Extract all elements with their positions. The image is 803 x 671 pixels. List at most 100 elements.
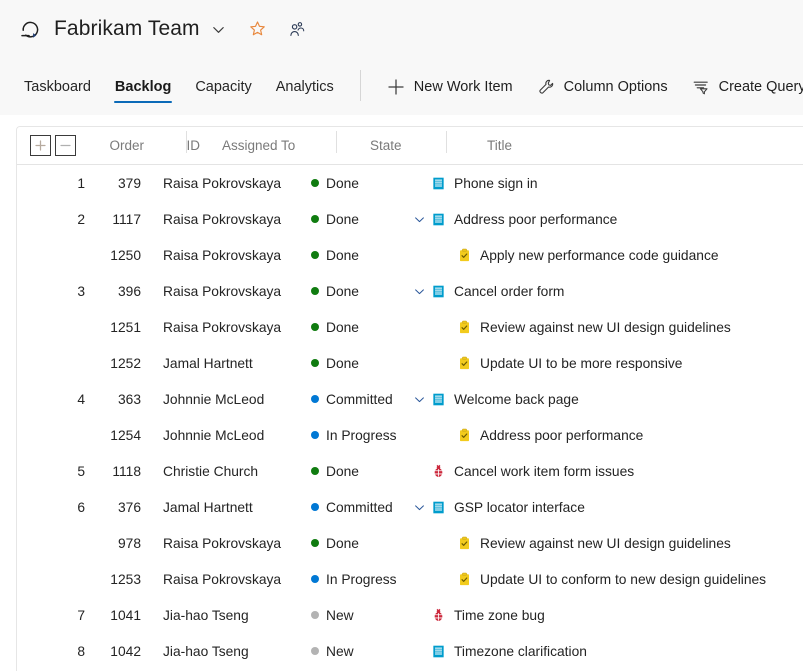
cell-assigned-to: Johnnie McLeod xyxy=(163,427,265,443)
cell-order: 6 xyxy=(77,499,85,515)
tab-capacity[interactable]: Capacity xyxy=(183,58,263,115)
table-row[interactable]: 4 363 Johnnie McLeod Committed Welcome back … xyxy=(17,381,803,417)
cell-id: 1117 xyxy=(112,211,141,227)
cell-assigned-to: Jamal Hartnett xyxy=(163,499,253,515)
state-label: Done xyxy=(326,355,359,371)
cell-title: GSP locator interface xyxy=(401,499,803,515)
table-row[interactable]: 3 396 Raisa Pokrovskaya Done Cancel order fo… xyxy=(17,273,803,309)
cell-id: 1118 xyxy=(112,463,141,479)
work-item-title-link[interactable]: Review against new UI design guidelines xyxy=(480,320,731,335)
state-dot xyxy=(311,359,319,367)
cell-title: Time zone bug xyxy=(401,607,803,623)
expand-chevron-icon[interactable] xyxy=(410,285,428,298)
column-header-id[interactable]: ID xyxy=(144,138,201,153)
tab-label: Taskboard xyxy=(24,78,91,95)
create-query-label: Create Query xyxy=(718,78,803,95)
grid-body: 1 379 Raisa Pokrovskaya Done Phone sign in 2 1… xyxy=(17,165,803,669)
cell-assigned-to: Jamal Hartnett xyxy=(163,355,253,371)
expand-chevron-icon[interactable] xyxy=(410,501,428,514)
state-dot xyxy=(311,647,319,655)
table-row[interactable]: 1 379 Raisa Pokrovskaya Done Phone sign in xyxy=(17,165,803,201)
cell-id: 1250 xyxy=(110,247,141,263)
table-row[interactable]: 7 1041 Jia-hao Tseng New Time zone bug xyxy=(17,597,803,633)
work-item-title-link[interactable]: Welcome back page xyxy=(454,392,579,407)
work-item-title-link[interactable]: Address poor performance xyxy=(480,428,643,443)
cell-assigned-to: Raisa Pokrovskaya xyxy=(163,319,282,335)
table-row[interactable]: 1251 Raisa Pokrovskaya Done Review against … xyxy=(17,309,803,345)
work-item-title-link[interactable]: Address poor performance xyxy=(454,212,617,227)
cell-assigned-to: Raisa Pokrovskaya xyxy=(163,535,282,551)
column-header-order[interactable]: Order xyxy=(76,138,144,153)
cell-title: Address poor performance xyxy=(401,211,803,227)
table-row[interactable]: 978 Raisa Pokrovskaya Done Review against n… xyxy=(17,525,803,561)
work-item-title-link[interactable]: Review against new UI design guidelines xyxy=(480,536,731,551)
expand-chevron-icon[interactable] xyxy=(410,213,428,226)
tab-backlog[interactable]: Backlog xyxy=(103,58,183,115)
tab-taskboard[interactable]: Taskboard xyxy=(12,58,103,115)
cell-state: Done xyxy=(291,284,401,299)
cell-id: 1251 xyxy=(110,319,141,335)
table-row[interactable]: 1252 Jamal Hartnett Done Update UI to be mo… xyxy=(17,345,803,381)
toolbar-divider xyxy=(359,70,361,101)
table-row[interactable]: 2 1117 Raisa Pokrovskaya Done Address poor p… xyxy=(17,201,803,237)
column-options-button[interactable]: Column Options xyxy=(525,58,680,115)
cell-state: New xyxy=(291,608,401,623)
column-header-title[interactable]: Title xyxy=(446,131,803,153)
column-header-assigned-to[interactable]: Assigned To xyxy=(186,131,350,153)
work-item-title-link[interactable]: Timezone clarification xyxy=(454,644,587,659)
expand-all-button[interactable] xyxy=(30,135,51,156)
state-label: In Progress xyxy=(326,571,397,587)
work-item-title-link[interactable]: Update UI to be more responsive xyxy=(480,356,682,371)
table-row[interactable]: 1254 Johnnie McLeod In Progress Address poo… xyxy=(17,417,803,453)
cell-order: 4 xyxy=(77,391,85,407)
state-label: Done xyxy=(326,283,359,299)
tab-analytics[interactable]: Analytics xyxy=(264,58,346,115)
state-dot xyxy=(311,323,319,331)
chevron-down-icon[interactable] xyxy=(211,22,226,37)
cell-state: Done xyxy=(291,464,401,479)
state-dot xyxy=(311,215,319,223)
column-header-state[interactable]: State xyxy=(336,131,460,153)
create-query-button[interactable]: Create Query xyxy=(680,58,803,115)
table-row[interactable]: 1253 Raisa Pokrovskaya In Progress Update U… xyxy=(17,561,803,597)
cell-id: 1042 xyxy=(110,643,141,659)
toolbar-actions: New Work Item Column Options Create Quer… xyxy=(375,58,803,115)
expand-chevron-icon[interactable] xyxy=(410,393,428,406)
cell-assigned-to: Raisa Pokrovskaya xyxy=(163,283,282,299)
table-row[interactable]: 5 1118 Christie Church Done Cancel work item… xyxy=(17,453,803,489)
table-row[interactable]: 6 376 Jamal Hartnett Committed GSP locator i… xyxy=(17,489,803,525)
cell-id: 396 xyxy=(117,283,141,299)
work-item-title-link[interactable]: Time zone bug xyxy=(454,608,545,623)
table-row[interactable]: 8 1042 Jia-hao Tseng New Timezone clarificat… xyxy=(17,633,803,669)
cell-id: 1254 xyxy=(110,427,141,443)
collapse-all-button[interactable] xyxy=(55,135,76,156)
backlog-item-icon xyxy=(430,643,446,659)
new-work-item-button[interactable]: New Work Item xyxy=(375,58,525,115)
filter-icon xyxy=(692,78,710,96)
boards-refresh-icon xyxy=(18,16,44,42)
work-item-title-link[interactable]: Cancel order form xyxy=(454,284,564,299)
table-row[interactable]: 1250 Raisa Pokrovskaya Done Apply new perfo… xyxy=(17,237,803,273)
work-item-title-link[interactable]: Apply new performance code guidance xyxy=(480,248,719,263)
work-item-title-link[interactable]: GSP locator interface xyxy=(454,500,585,515)
work-item-title-link[interactable]: Update UI to conform to new design guide… xyxy=(480,572,766,587)
cell-title: Phone sign in xyxy=(401,175,803,191)
page-header: Fabrikam Team xyxy=(0,0,803,58)
cell-order: 2 xyxy=(77,211,85,227)
expand-collapse-toggles xyxy=(30,135,76,156)
task-icon xyxy=(456,247,472,263)
state-label: Done xyxy=(326,535,359,551)
cell-assigned-to: Raisa Pokrovskaya xyxy=(163,175,282,191)
cell-state: Done xyxy=(291,212,401,227)
people-icon[interactable] xyxy=(287,20,306,39)
cell-state: Committed xyxy=(291,392,401,407)
work-item-title-link[interactable]: Phone sign in xyxy=(454,176,538,191)
star-icon[interactable] xyxy=(248,20,267,39)
cell-title: Update UI to conform to new design guide… xyxy=(401,571,803,587)
work-item-title-link[interactable]: Cancel work item form issues xyxy=(454,464,634,479)
cell-title: Address poor performance xyxy=(401,427,803,443)
command-bar: Taskboard Backlog Capacity Analytics New… xyxy=(0,58,803,115)
column-options-label: Column Options xyxy=(563,78,668,95)
state-label: Done xyxy=(326,463,359,479)
wrench-icon xyxy=(537,78,555,96)
